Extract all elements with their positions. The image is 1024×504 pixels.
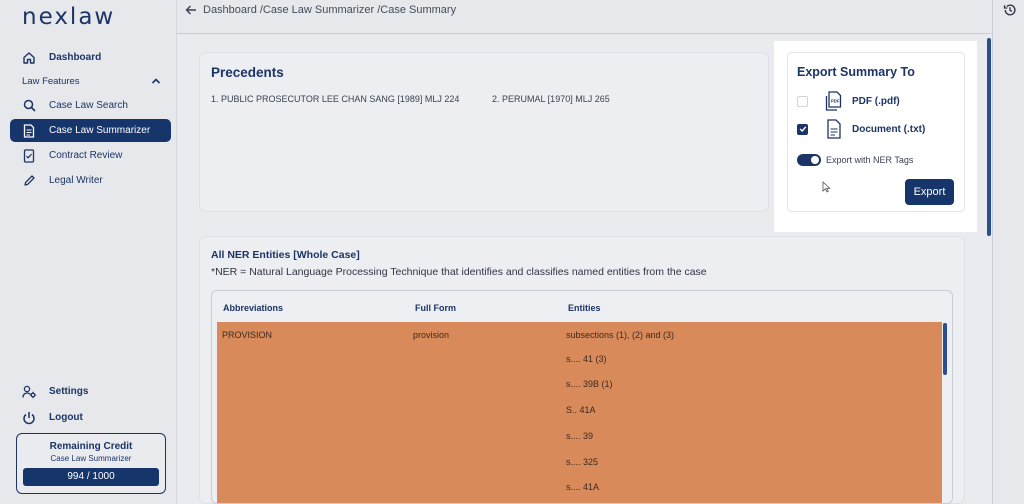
history-icon[interactable]	[1003, 3, 1017, 17]
precedent-item: 2. PERUMAL [1970] MLJ 265	[492, 94, 610, 104]
ner-table: Abbreviations Full Form Entities PROVISI…	[211, 290, 953, 504]
column-header-entities: Entities	[568, 303, 601, 313]
entity-item: s.... 39	[566, 431, 594, 441]
credit-value: 994 / 1000	[23, 468, 159, 486]
ner-tags-toggle-label: Export with NER Tags	[826, 155, 914, 165]
home-icon	[21, 50, 37, 66]
contract-icon	[21, 148, 37, 164]
cell-full-form: provision	[413, 330, 450, 340]
ner-title: All NER Entities [Whole Case]	[211, 249, 360, 261]
right-rail	[992, 0, 1024, 504]
toggle-knob	[811, 156, 819, 164]
txt-checkbox[interactable]	[797, 123, 808, 135]
export-title: Export Summary To	[797, 65, 915, 79]
precedents-title: Precedents	[211, 65, 284, 80]
sidebar-item-contract-review[interactable]: Contract Review	[10, 144, 171, 167]
breadcrumb[interactable]: Dashboard /Case Law Summarizer /Case Sum…	[203, 4, 456, 16]
top-bar: Dashboard /Case Law Summarizer /Case Sum…	[177, 0, 992, 34]
remaining-credit-card: Remaining Credit Case Law Summarizer 994…	[16, 433, 166, 494]
checkmark-icon	[799, 126, 806, 133]
pdf-file-icon: PDF	[825, 91, 842, 111]
app-logo[interactable]: nexlaw	[22, 4, 115, 30]
column-header-full-form: Full Form	[415, 303, 456, 313]
sidebar-item-label: Case Law Search	[49, 100, 128, 111]
sidebar-item-case-law-search[interactable]: Case Law Search	[10, 94, 171, 117]
cell-abbreviation: PROVISION	[222, 330, 273, 340]
power-icon	[21, 410, 37, 426]
ner-tags-toggle-row[interactable]: Export with NER Tags	[797, 154, 913, 166]
txt-option-label: Document (.txt)	[852, 123, 926, 135]
document-icon	[21, 123, 37, 139]
sidebar-item-label: Dashboard	[49, 52, 102, 63]
column-header-abbreviations: Abbreviations	[223, 303, 284, 313]
table-scrollbar[interactable]	[943, 323, 947, 375]
sidebar-item-label: Legal Writer	[49, 175, 103, 186]
sidebar-item-dashboard[interactable]: Dashboard	[10, 46, 171, 69]
svg-text:PDF: PDF	[831, 99, 840, 104]
export-button[interactable]: Export	[905, 179, 954, 205]
entity-item: s.... 39B (1)	[566, 379, 613, 389]
credit-subtitle: Case Law Summarizer	[50, 454, 132, 463]
sidebar: nexlaw Dashboard Law Features Case Law S…	[0, 0, 177, 504]
chevron-up-icon[interactable]	[150, 75, 162, 87]
export-option-pdf[interactable]: PDF PDF (.pdf)	[797, 91, 900, 111]
pdf-checkbox[interactable]	[797, 95, 808, 107]
entity-item: S.. 41A	[566, 405, 596, 415]
sidebar-item-case-law-summarizer[interactable]: Case Law Summarizer	[10, 119, 171, 142]
precedents-card: Precedents 1. PUBLIC PROSECUTOR LEE CHAN…	[199, 52, 769, 212]
entity-item: s.... 41 (3)	[566, 354, 607, 364]
pdf-option-label: PDF (.pdf)	[852, 95, 900, 107]
table-header: Abbreviations Full Form Entities	[212, 291, 952, 321]
export-panel: Export Summary To PDF PDF (.pdf) Documen…	[787, 52, 965, 212]
entity-item: subsections (1), (2) and (3)	[566, 330, 675, 340]
search-icon	[21, 98, 37, 114]
pen-icon	[21, 173, 37, 189]
sidebar-item-settings[interactable]: Settings	[10, 380, 171, 403]
precedent-item: 1. PUBLIC PROSECUTOR LEE CHAN SANG [1989…	[211, 94, 460, 104]
credit-title: Remaining Credit	[49, 441, 133, 452]
sidebar-item-label: Case Law Summarizer	[49, 125, 151, 136]
user-settings-icon	[21, 384, 37, 400]
export-option-txt[interactable]: Document (.txt)	[797, 119, 925, 139]
sidebar-item-legal-writer[interactable]: Legal Writer	[10, 169, 171, 192]
sidebar-item-label: Logout	[49, 412, 83, 423]
sidebar-item-label: Contract Review	[49, 150, 123, 161]
ner-tags-toggle[interactable]	[797, 154, 821, 166]
entity-item: s.... 41A	[566, 482, 600, 492]
sidebar-item-logout[interactable]: Logout	[10, 406, 171, 429]
main-scrollbar[interactable]	[987, 38, 991, 236]
table-row: PROVISION provision subsections (1), (2)…	[217, 322, 942, 503]
entity-item: s.... 325	[566, 457, 599, 467]
sidebar-item-label: Settings	[49, 386, 89, 397]
section-label-law-features: Law Features	[22, 76, 80, 87]
ner-note: *NER = Natural Language Processing Techn…	[211, 266, 707, 278]
back-arrow-icon[interactable]	[184, 3, 198, 17]
document-file-icon	[827, 119, 841, 139]
mouse-cursor-icon	[822, 181, 831, 193]
